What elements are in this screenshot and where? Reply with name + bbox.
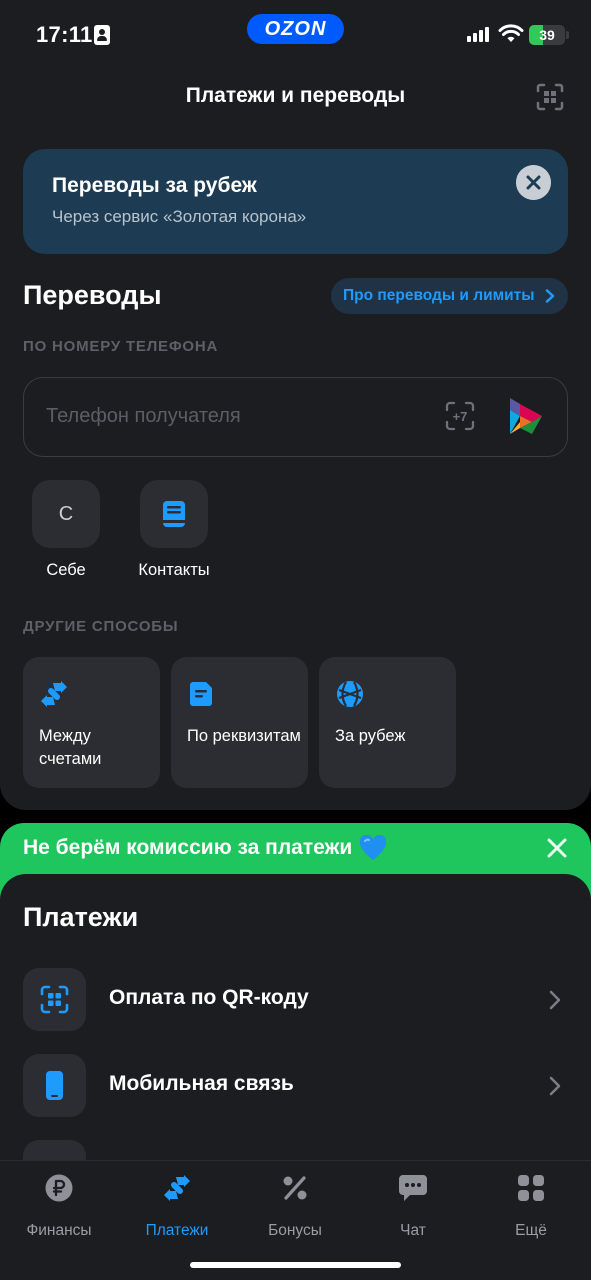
top-panel: 17:11 OZON 39 Платежи и переводы Перевод… <box>0 0 591 810</box>
sbp-logo-icon[interactable] <box>508 396 544 436</box>
mobile-phone-icon <box>46 1071 63 1100</box>
svg-text:+7: +7 <box>453 409 468 424</box>
limits-link[interactable]: Про переводы и лимиты <box>331 278 568 314</box>
scan-phone-icon[interactable]: +7 <box>444 400 476 432</box>
battery-level: 39 <box>539 27 555 43</box>
close-icon[interactable] <box>545 836 569 860</box>
quick-contacts-label: Контакты <box>138 561 210 579</box>
swap-arrows-icon <box>41 681 67 707</box>
method-abroad[interactable]: За рубеж <box>319 657 456 788</box>
self-avatar-letter: С <box>58 503 74 525</box>
qr-code-icon <box>40 985 69 1014</box>
payment-qr-label: Оплата по QR-коду <box>109 986 309 1009</box>
quick-contacts[interactable]: Контакты <box>119 480 229 580</box>
payment-mobile-tile <box>23 1054 86 1117</box>
home-indicator[interactable] <box>190 1262 401 1268</box>
wifi-icon <box>498 24 524 42</box>
transfers-title: Переводы <box>23 280 162 310</box>
tab-payments-label: Платежи <box>145 1222 209 1239</box>
other-methods-caption: ДРУГИЕ СПОСОБЫ <box>23 618 179 635</box>
status-time: 17:11 <box>36 22 93 47</box>
ruble-icon <box>45 1174 73 1202</box>
percent-icon <box>283 1176 307 1200</box>
tab-finance-label: Финансы <box>26 1222 92 1239</box>
promo-text: Не берём комиссию за платежи <box>23 836 353 859</box>
tab-chat-label: Чат <box>400 1222 426 1239</box>
phone-caption: ПО НОМЕРУ ТЕЛЕФОНА <box>23 338 219 355</box>
payment-qr-tile <box>23 968 86 1031</box>
method-between-accounts-label: Между счетами <box>39 727 102 768</box>
abroad-transfer-banner[interactable]: Переводы за рубеж Через сервис «Золотая … <box>23 149 568 254</box>
payment-mobile[interactable]: Мобильная связь <box>23 1054 568 1118</box>
grid-icon <box>518 1175 544 1201</box>
chevron-right-icon <box>545 289 555 303</box>
contacts-book-icon <box>163 501 185 527</box>
self-avatar: С <box>32 480 100 548</box>
tab-chat[interactable]: Чат <box>354 1173 472 1240</box>
ozon-logo: OZON <box>247 14 344 44</box>
qr-scan-icon[interactable] <box>535 82 565 112</box>
person-badge-icon <box>94 25 110 45</box>
tab-finance[interactable]: Финансы <box>0 1173 118 1240</box>
chat-icon <box>399 1175 427 1201</box>
banner-subtitle: Через сервис «Золотая корона» <box>52 207 307 226</box>
globe-icon <box>337 681 363 707</box>
screen: 17:11 OZON 39 Платежи и переводы Перевод… <box>0 0 591 1280</box>
chevron-right-icon <box>549 990 561 1010</box>
signal-icon <box>467 26 493 42</box>
tab-bonuses-label: Бонусы <box>268 1222 322 1239</box>
method-requisites[interactable]: По реквизитам <box>171 657 308 788</box>
swap-arrows-icon <box>164 1175 190 1201</box>
battery-tip <box>566 31 569 39</box>
method-requisites-label: По реквизитам <box>187 727 301 745</box>
recipient-phone-field[interactable]: Телефон получателя +7 <box>23 377 568 457</box>
chevron-right-icon <box>549 1076 561 1096</box>
tab-bonuses[interactable]: Бонусы <box>236 1173 354 1240</box>
contacts-tile <box>140 480 208 548</box>
close-icon[interactable] <box>516 165 551 200</box>
tab-more[interactable]: Ещё <box>472 1173 590 1240</box>
payment-qr[interactable]: Оплата по QR-коду <box>23 968 568 1032</box>
method-between-accounts[interactable]: Между счетами <box>23 657 160 788</box>
payment-mobile-label: Мобильная связь <box>109 1072 294 1095</box>
phone-placeholder: Телефон получателя <box>46 405 241 427</box>
blue-heart-icon <box>359 835 387 860</box>
tab-payments[interactable]: Платежи <box>118 1173 236 1240</box>
tab-more-label: Ещё <box>515 1222 547 1239</box>
status-bar: 17:11 OZON 39 <box>0 0 591 60</box>
method-abroad-label: За рубеж <box>335 727 406 745</box>
limits-link-label: Про переводы и лимиты <box>343 287 535 304</box>
banner-title: Переводы за рубеж <box>52 174 257 197</box>
document-icon <box>190 682 212 706</box>
battery-icon: 39 <box>529 25 565 45</box>
page-title: Платежи и переводы <box>185 84 406 107</box>
quick-self-label: Себе <box>46 561 86 579</box>
payments-title: Платежи <box>23 902 139 932</box>
quick-self[interactable]: С Себе <box>11 480 121 580</box>
